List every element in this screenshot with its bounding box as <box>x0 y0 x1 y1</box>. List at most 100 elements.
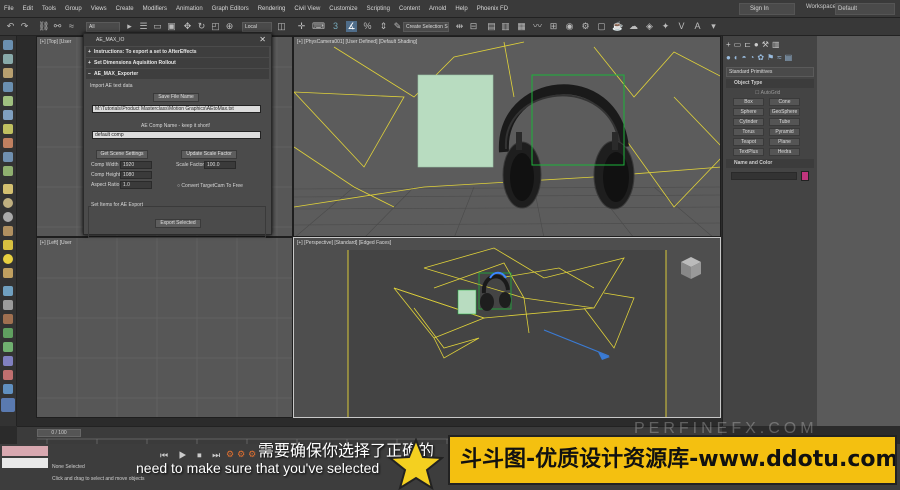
rollout-dimensions[interactable]: + Set Dimensions Aquisition Rollout <box>86 58 269 68</box>
tool-icon-7[interactable] <box>3 124 13 134</box>
window-crossing-icon[interactable]: ▣ <box>166 21 177 32</box>
scale-icon[interactable]: ◰ <box>210 21 221 32</box>
get-scene-settings-button[interactable]: Get Scene Settings <box>96 150 148 159</box>
tool-icon-25[interactable] <box>3 384 13 394</box>
tool-icon-23[interactable] <box>3 356 13 366</box>
rendered-frame-window-icon[interactable]: ▢ <box>596 21 607 32</box>
tool-icon-5[interactable] <box>3 96 13 106</box>
comp-height-spinner[interactable]: 1080 <box>120 171 152 179</box>
sphere-button[interactable]: Sphere <box>733 108 764 116</box>
tool-icon-9[interactable] <box>3 152 13 162</box>
menu-item-modifiers[interactable]: Modifiers <box>143 6 167 12</box>
object-color-swatch[interactable] <box>801 171 809 181</box>
snap-3d-icon[interactable]: 3 <box>330 21 341 32</box>
maxscript-listener[interactable] <box>2 446 48 456</box>
percent-snap-icon[interactable]: % <box>362 21 373 32</box>
menu-item-create[interactable]: Create <box>116 6 134 12</box>
object-name-field[interactable] <box>731 172 797 180</box>
arnold-icon[interactable]: A <box>692 21 703 32</box>
sign-in-dropdown[interactable]: Sign In <box>739 3 795 15</box>
pyramid-button[interactable]: Pyramid <box>769 128 800 136</box>
viewport-camera[interactable]: [+] [PhysCamera001] [User Defined] [Defa… <box>293 36 721 237</box>
box-button[interactable]: Box <box>733 98 764 106</box>
name-color-rollout[interactable]: Name and Color <box>726 159 814 168</box>
tool-icon-2[interactable] <box>3 54 13 64</box>
viewport-left[interactable]: [+] [Left] [User <box>36 237 293 418</box>
render-setup-icon[interactable]: ⚙ <box>580 21 591 32</box>
tool-icon-11[interactable] <box>3 184 13 194</box>
menu-item-views[interactable]: Views <box>91 6 107 12</box>
menu-item-group[interactable]: Group <box>65 6 82 12</box>
tool-icon-6[interactable] <box>3 110 13 120</box>
keyboard-shortcut-icon[interactable]: ⌨ <box>312 21 325 32</box>
menu-item-animation[interactable]: Animation <box>176 6 203 12</box>
ae-panel-titlebar[interactable]: AE_MAX_IO ✕ <box>84 34 271 46</box>
a360-gallery-icon[interactable]: ◈ <box>644 21 655 32</box>
rollout-exporter[interactable]: − AE_MAX_Exporter <box>86 69 269 79</box>
tool-icon-22[interactable] <box>3 342 13 352</box>
tool-icon-13[interactable] <box>3 212 13 222</box>
select-by-name-icon[interactable]: ☰ <box>138 21 149 32</box>
menu-item-civil-view[interactable]: Civil View <box>294 6 320 12</box>
layer-explorer-icon[interactable]: ▥ <box>500 21 511 32</box>
tool-icon-8[interactable] <box>3 138 13 148</box>
schematic-view-icon[interactable]: ⊞ <box>548 21 559 32</box>
tool-icon-10[interactable] <box>3 166 13 176</box>
export-selected-button[interactable]: Export Selected <box>155 219 201 228</box>
tool-icon-19[interactable] <box>3 300 13 310</box>
phoenix-icon[interactable]: ✦ <box>660 21 671 32</box>
create-category-icons[interactable]: ●◐◓◔✿⚑≈▤ <box>726 53 795 62</box>
move-icon[interactable]: ✥ <box>182 21 193 32</box>
render-production-icon[interactable]: ☕ <box>612 21 623 32</box>
unlink-icon[interactable]: ⚯ <box>52 21 63 32</box>
file-path-field[interactable]: M:\Tutorials\Product Masterclass\Motion … <box>92 105 261 113</box>
viewcube-icon[interactable] <box>681 257 701 279</box>
menu-item-customize[interactable]: Customize <box>329 6 357 12</box>
menu-item-rendering[interactable]: Rendering <box>258 6 286 12</box>
undo-icon[interactable]: ↶ <box>5 21 16 32</box>
place-icon[interactable]: ⊕ <box>224 21 235 32</box>
plane-button[interactable]: Plane <box>769 138 800 146</box>
hedra-button[interactable]: Hedra <box>769 148 800 156</box>
update-scale-factor-button[interactable]: Update Scale Factor <box>181 150 237 159</box>
material-editor-icon[interactable]: ◉ <box>564 21 575 32</box>
tool-icon-15[interactable] <box>3 240 13 250</box>
ribbon-icon[interactable]: ▦ <box>516 21 527 32</box>
scene-explorer-icon[interactable]: ▤ <box>486 21 497 32</box>
tool-icon-21[interactable] <box>3 328 13 338</box>
aspect-ratio-spinner[interactable]: 1.0 <box>120 181 152 189</box>
reference-coordinate-system[interactable]: Local <box>242 22 272 32</box>
selection-filter[interactable]: All <box>86 22 120 32</box>
menu-item-content[interactable]: Content <box>399 6 420 12</box>
command-panel-tabs[interactable]: +▭⊏●⚒▥ <box>726 40 783 49</box>
geosphere-button[interactable]: GeoSphere <box>769 108 800 116</box>
named-selection-sets[interactable]: Create Selection Se <box>403 22 449 32</box>
rollout-instructions[interactable]: + Instructions: To export a set to AfterE… <box>86 47 269 57</box>
comp-name-field[interactable]: default comp <box>92 131 261 139</box>
tool-icon-17[interactable] <box>3 268 13 278</box>
viewport-perspective[interactable]: [+] [Perspective] [Standard] [Edged Face… <box>293 237 721 418</box>
curve-editor-icon[interactable]: 〰 <box>532 21 543 32</box>
tool-icon-3[interactable] <box>3 68 13 78</box>
tool-icon-18[interactable] <box>3 286 13 296</box>
tool-icon-12[interactable] <box>3 198 13 208</box>
edit-named-selection-icon[interactable]: ✎ <box>392 21 403 32</box>
menu-item-tools[interactable]: Tools <box>42 6 56 12</box>
align-icon[interactable]: ⊟ <box>468 21 479 32</box>
cone-button[interactable]: Cone <box>769 98 800 106</box>
cylinder-button[interactable]: Cylinder <box>733 118 764 126</box>
convert-targetcam-checkbox[interactable]: ○ Convert TargetCam To Free <box>177 183 243 189</box>
object-category-dropdown[interactable]: Standard Primitives <box>726 67 814 77</box>
object-type-rollout[interactable]: Object Type <box>726 79 814 88</box>
tool-icon-20[interactable] <box>3 314 13 324</box>
autogrid-checkbox[interactable]: ☐ AutoGrid <box>755 90 780 96</box>
spinner-snap-icon[interactable]: ⇕ <box>378 21 389 32</box>
menu-item-scripting[interactable]: Scripting <box>367 6 390 12</box>
menu-item-phoenix-fd[interactable]: Phoenix FD <box>477 6 508 12</box>
rotate-icon[interactable]: ↻ <box>196 21 207 32</box>
select-manipulate-icon[interactable]: ✛ <box>296 21 307 32</box>
mirror-icon[interactable]: ⇹ <box>454 21 465 32</box>
workspaces-select[interactable]: Default <box>835 3 895 15</box>
select-object-icon[interactable]: ▸ <box>124 21 135 32</box>
menu-item-edit[interactable]: Edit <box>23 6 33 12</box>
